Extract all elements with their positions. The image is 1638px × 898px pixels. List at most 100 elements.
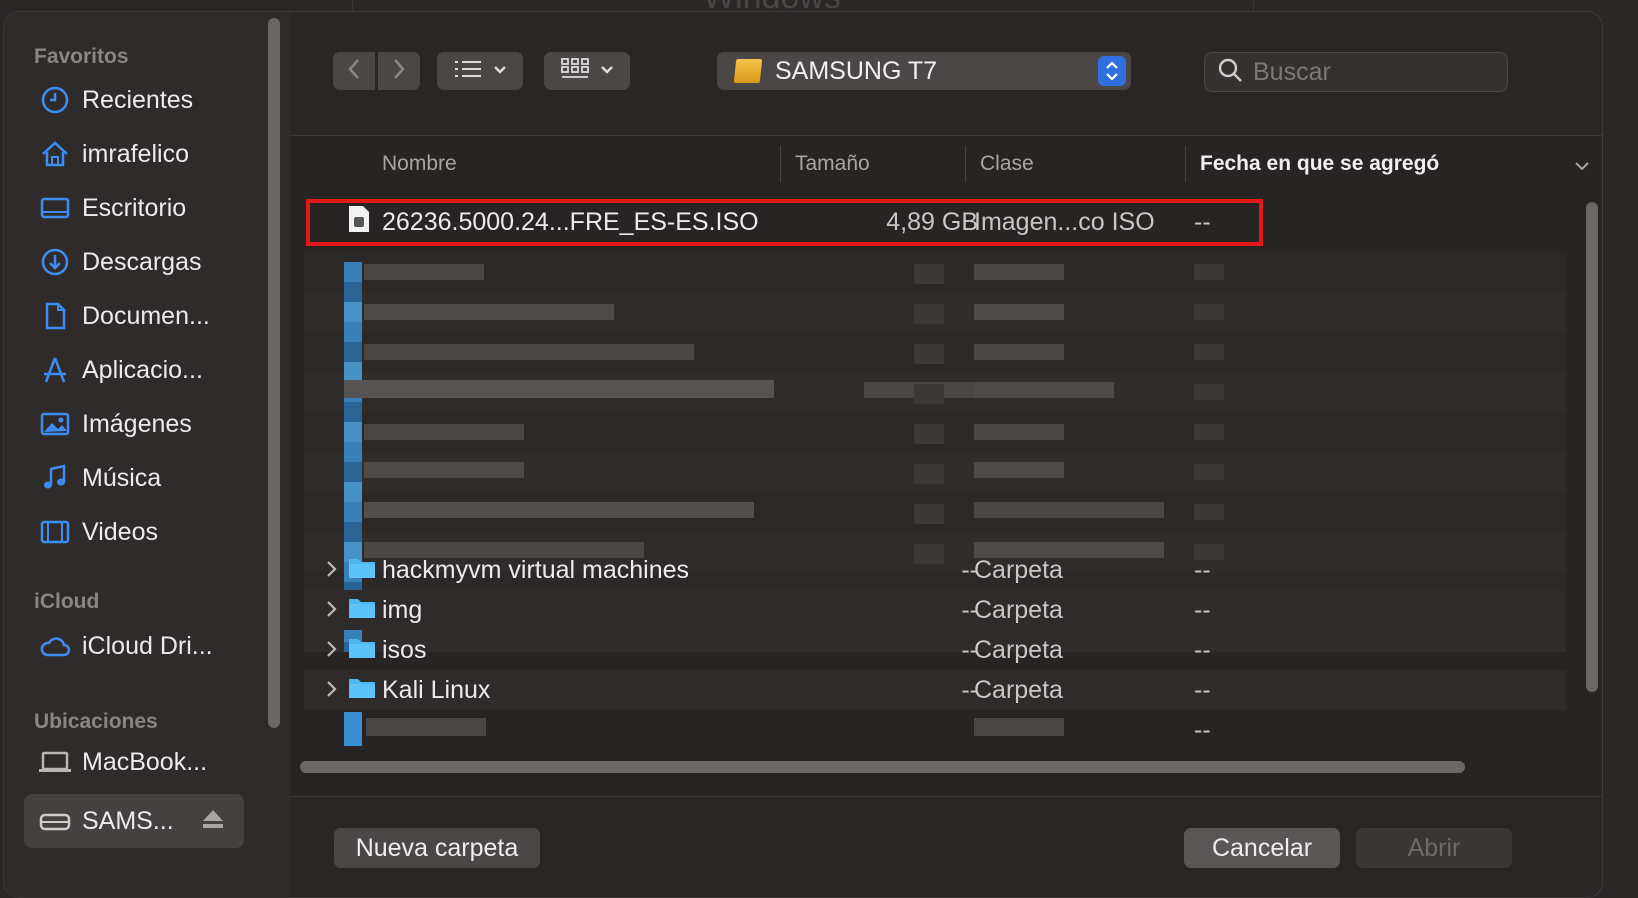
red-highlight-box xyxy=(306,199,1263,246)
chevron-down-icon xyxy=(600,62,614,80)
disclosure-chevron-icon[interactable] xyxy=(326,556,338,585)
location-popup[interactable]: SAMSUNG T7 xyxy=(717,52,1131,90)
redacted-name xyxy=(366,718,486,736)
forward-button[interactable] xyxy=(378,52,420,90)
folder-name: img xyxy=(382,595,423,624)
main-pane: SAMSUNG T7 Nombre Tamaño Clase Fecha en … xyxy=(290,12,1602,897)
redacted-kind xyxy=(974,718,1064,736)
list-view-button[interactable] xyxy=(437,52,523,90)
sidebar-item-descargas[interactable]: Descargas xyxy=(24,238,244,286)
column-divider xyxy=(965,146,966,182)
grid-icon xyxy=(560,57,590,86)
sidebar-item-recientes[interactable]: Recientes xyxy=(24,76,244,124)
home-icon xyxy=(38,137,72,171)
laptop-icon xyxy=(38,745,72,779)
disclosure-chevron-icon[interactable] xyxy=(326,636,338,665)
file-list: Nombre Tamaño Clase Fecha en que se agre… xyxy=(290,135,1602,797)
folder-row-kali-linux[interactable]: Kali Linux -- Carpeta -- xyxy=(304,670,1566,710)
drive-icon xyxy=(38,804,72,838)
folder-icon xyxy=(348,555,376,586)
sidebar-item-label: Documen... xyxy=(82,301,210,330)
folder-icon xyxy=(348,595,376,626)
folder-row-img[interactable]: img -- Carpeta -- xyxy=(304,590,1566,630)
column-divider xyxy=(1185,146,1186,182)
folder-date: -- xyxy=(1194,675,1211,704)
sidebar-item-escritorio[interactable]: Escritorio xyxy=(24,184,244,232)
applications-icon xyxy=(38,353,72,387)
folder-kind: Carpeta xyxy=(974,675,1063,704)
group-view-button[interactable] xyxy=(544,52,630,90)
folder-icon xyxy=(348,635,376,666)
folder-name: Kali Linux xyxy=(382,675,491,704)
folder-date: -- xyxy=(1194,635,1211,664)
external-drive-icon xyxy=(733,59,763,83)
sidebar-item-label: Música xyxy=(82,463,162,492)
desktop-icon xyxy=(38,191,72,225)
sidebar-item-macbook[interactable]: MacBook... xyxy=(24,738,244,786)
sidebar-item-label: iCloud Dri... xyxy=(82,631,213,660)
sidebar-item-documentos[interactable]: Documen... xyxy=(24,292,244,340)
sidebar-item-videos[interactable]: Videos xyxy=(24,508,244,556)
folder-name: isos xyxy=(382,635,427,664)
sort-chevron-icon xyxy=(1574,158,1590,176)
sidebar-item-label: Aplicacio... xyxy=(82,355,203,384)
sidebar-section-ubicaciones: Ubicaciones xyxy=(34,710,158,733)
location-label: SAMSUNG T7 xyxy=(775,56,938,85)
new-folder-button[interactable]: Nueva carpeta xyxy=(334,828,540,868)
folder-date: -- xyxy=(1194,595,1211,624)
column-header-fecha[interactable]: Fecha en que se agregó xyxy=(1200,136,1439,192)
folder-kind: Carpeta xyxy=(974,635,1063,664)
sidebar: Favoritos Recientes imrafelico Escritori… xyxy=(4,12,290,897)
file-date: -- xyxy=(1194,715,1211,744)
search-field[interactable] xyxy=(1204,52,1508,92)
open-button[interactable]: Abrir xyxy=(1356,828,1512,868)
search-input[interactable] xyxy=(1251,56,1495,88)
sidebar-scrollbar[interactable] xyxy=(268,18,280,728)
sidebar-item-label: MacBook... xyxy=(82,747,208,776)
sidebar-item-imagenes[interactable]: Imágenes xyxy=(24,400,244,448)
sidebar-section-favoritos: Favoritos xyxy=(34,45,129,68)
back-button[interactable] xyxy=(333,52,375,90)
column-divider xyxy=(780,146,781,182)
redacted-row[interactable]: -- xyxy=(304,710,1566,750)
chevron-down-icon xyxy=(493,62,507,80)
pictures-icon xyxy=(38,407,72,441)
sidebar-item-label: Descargas xyxy=(82,247,202,276)
sidebar-item-imrafelico[interactable]: imrafelico xyxy=(24,130,244,178)
list-icon xyxy=(453,58,483,85)
cloud-icon xyxy=(38,629,72,663)
sidebar-item-label: Imágenes xyxy=(82,409,192,438)
horizontal-scrollbar[interactable] xyxy=(300,761,1465,773)
sidebar-item-label: Escritorio xyxy=(82,193,187,222)
cancel-button[interactable]: Cancelar xyxy=(1184,828,1340,868)
sidebar-item-label: imrafelico xyxy=(82,139,189,168)
folder-row-isos[interactable]: isos -- Carpeta -- xyxy=(304,630,1566,670)
document-icon xyxy=(38,299,72,333)
folder-date: -- xyxy=(1194,555,1211,584)
folder-kind: Carpeta xyxy=(974,555,1063,584)
sidebar-item-aplicaciones[interactable]: Aplicacio... xyxy=(24,346,244,394)
music-icon xyxy=(38,461,72,495)
up-down-chevron-icon xyxy=(1098,56,1126,86)
column-header-nombre[interactable]: Nombre xyxy=(382,136,457,192)
search-icon xyxy=(1217,57,1243,88)
chevron-left-icon xyxy=(347,58,361,85)
chevron-right-icon xyxy=(392,58,406,85)
folder-row-hackmyvm[interactable]: hackmyvm virtual machines -- Carpeta -- xyxy=(304,550,1566,590)
vertical-scrollbar[interactable] xyxy=(1586,202,1598,692)
clock-icon xyxy=(38,83,72,117)
sidebar-item-musica[interactable]: Música xyxy=(24,454,244,502)
column-header-clase[interactable]: Clase xyxy=(980,136,1034,192)
column-header-tamano[interactable]: Tamaño xyxy=(795,136,870,192)
disclosure-chevron-icon[interactable] xyxy=(326,676,338,705)
download-icon xyxy=(38,245,72,279)
folder-name: hackmyvm virtual machines xyxy=(382,555,690,584)
sidebar-item-label: Recientes xyxy=(82,85,194,114)
sidebar-item-label: Videos xyxy=(82,517,158,546)
sidebar-item-icloud-drive[interactable]: iCloud Dri... xyxy=(24,622,244,670)
folder-kind: Carpeta xyxy=(974,595,1063,624)
disclosure-chevron-icon[interactable] xyxy=(326,596,338,625)
sidebar-section-icloud: iCloud xyxy=(34,590,100,613)
sidebar-item-samsung[interactable]: SAMS... xyxy=(24,794,244,848)
eject-icon[interactable] xyxy=(200,806,226,839)
